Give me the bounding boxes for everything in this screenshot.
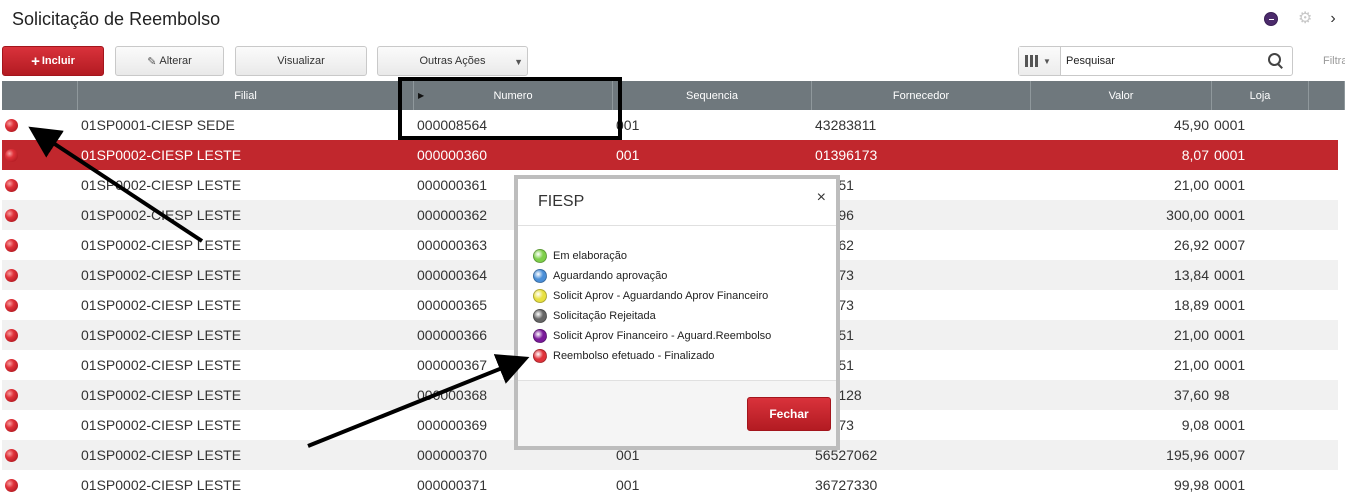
arrow-to-legend-item [307, 354, 530, 448]
arrow-to-status-icon [28, 126, 204, 243]
annotation-arrows [28, 126, 530, 448]
